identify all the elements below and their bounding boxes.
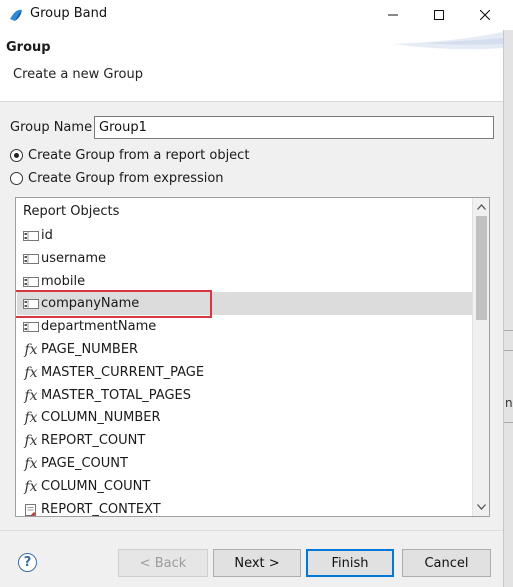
chevron-up-icon (477, 203, 486, 210)
report-context-icon (22, 503, 40, 517)
strip-divider (504, 422, 513, 423)
list-item-label: COLUMN_COUNT (41, 479, 151, 494)
column-icon (22, 298, 40, 309)
radio-expression-label: Create Group from expression (28, 171, 224, 186)
strip-divider (504, 330, 513, 331)
list-item-username[interactable]: username (17, 247, 472, 270)
help-icon[interactable]: ? (18, 553, 37, 572)
background-window-strip: ny (503, 30, 513, 587)
wizard-banner: Group Create a new Group (0, 30, 503, 102)
banner-title: Group (6, 40, 51, 55)
column-icon (22, 276, 40, 287)
back-button[interactable]: < Back (118, 549, 208, 577)
list-item-label: REPORT_CONTEXT (41, 502, 161, 517)
close-button[interactable] (462, 0, 508, 30)
next-button[interactable]: Next > (213, 549, 301, 577)
list-item-label: REPORT_COUNT (41, 433, 146, 448)
list-item-departmentname[interactable]: departmentName (17, 315, 472, 338)
group-name-input[interactable] (94, 116, 494, 139)
list-item-page-number[interactable]: fx PAGE_NUMBER (17, 338, 472, 361)
window-title: Group Band (30, 6, 108, 21)
list-item-label: departmentName (41, 319, 157, 334)
radio-report-object-label: Create Group from a report object (28, 148, 250, 163)
list-item-column-count[interactable]: fx COLUMN_COUNT (17, 475, 472, 498)
list-item-column-number[interactable]: fx COLUMN_NUMBER (17, 406, 472, 429)
maximize-button[interactable] (416, 0, 462, 30)
cancel-button[interactable]: Cancel (402, 549, 491, 577)
column-icon (22, 230, 40, 241)
list-item-report-count[interactable]: fx REPORT_COUNT (17, 429, 472, 452)
report-objects-header: Report Objects (23, 204, 120, 219)
scrollbar-thumb[interactable] (476, 216, 487, 320)
scroll-down-button[interactable] (473, 498, 489, 515)
list-item-label: companyName (41, 296, 140, 311)
column-icon (22, 253, 40, 264)
radio-expression[interactable]: Create Group from expression (10, 171, 224, 186)
background-partial-text: ny (505, 396, 513, 410)
list-vertical-scrollbar[interactable] (472, 198, 489, 516)
jaspersoft-app-icon (10, 9, 22, 21)
strip-divider (504, 350, 513, 351)
scroll-up-button[interactable] (473, 198, 489, 215)
fx-icon: fx (24, 478, 38, 495)
list-item-label: MASTER_CURRENT_PAGE (41, 365, 205, 380)
list-item-companyname[interactable]: companyName (17, 292, 472, 315)
fx-icon: fx (24, 341, 38, 358)
list-item-id[interactable]: id (17, 224, 472, 247)
list-item-master-current-page[interactable]: fx MASTER_CURRENT_PAGE (17, 361, 472, 384)
list-item-master-total-pages[interactable]: fx MASTER_TOTAL_PAGES (17, 384, 472, 407)
fx-icon: fx (24, 432, 38, 449)
maximize-icon (434, 10, 444, 20)
list-item-label: username (41, 251, 106, 266)
group-name-label: Group Name (10, 120, 93, 135)
title-bar: Group Band (0, 0, 513, 30)
radio-checked-icon (10, 149, 23, 162)
radio-unchecked-icon (10, 172, 23, 185)
list-item-label: mobile (41, 274, 86, 289)
finish-button[interactable]: Finish (306, 549, 394, 577)
minimize-button[interactable] (370, 0, 416, 30)
banner-description: Create a new Group (13, 67, 144, 82)
chevron-down-icon (477, 503, 486, 510)
minimize-icon (388, 14, 398, 16)
close-icon (480, 10, 490, 20)
fx-icon: fx (24, 364, 38, 381)
report-objects-list[interactable]: Report Objects id username mobile compan… (15, 197, 490, 517)
banner-graphic (393, 32, 503, 50)
list-item-page-count[interactable]: fx PAGE_COUNT (17, 452, 472, 475)
fx-icon: fx (24, 409, 38, 426)
list-item-label: MASTER_TOTAL_PAGES (41, 388, 192, 403)
fx-icon: fx (24, 455, 38, 472)
fx-icon: fx (24, 387, 38, 404)
column-icon (22, 321, 40, 332)
list-item-label: id (41, 228, 53, 243)
list-item-label: PAGE_COUNT (41, 456, 128, 471)
list-item-label: PAGE_NUMBER (41, 342, 139, 357)
list-item-mobile[interactable]: mobile (17, 270, 472, 293)
list-item-label: COLUMN_NUMBER (41, 410, 161, 425)
list-item-report-context[interactable]: REPORT_CONTEXT (17, 498, 472, 517)
radio-report-object[interactable]: Create Group from a report object (10, 148, 249, 163)
